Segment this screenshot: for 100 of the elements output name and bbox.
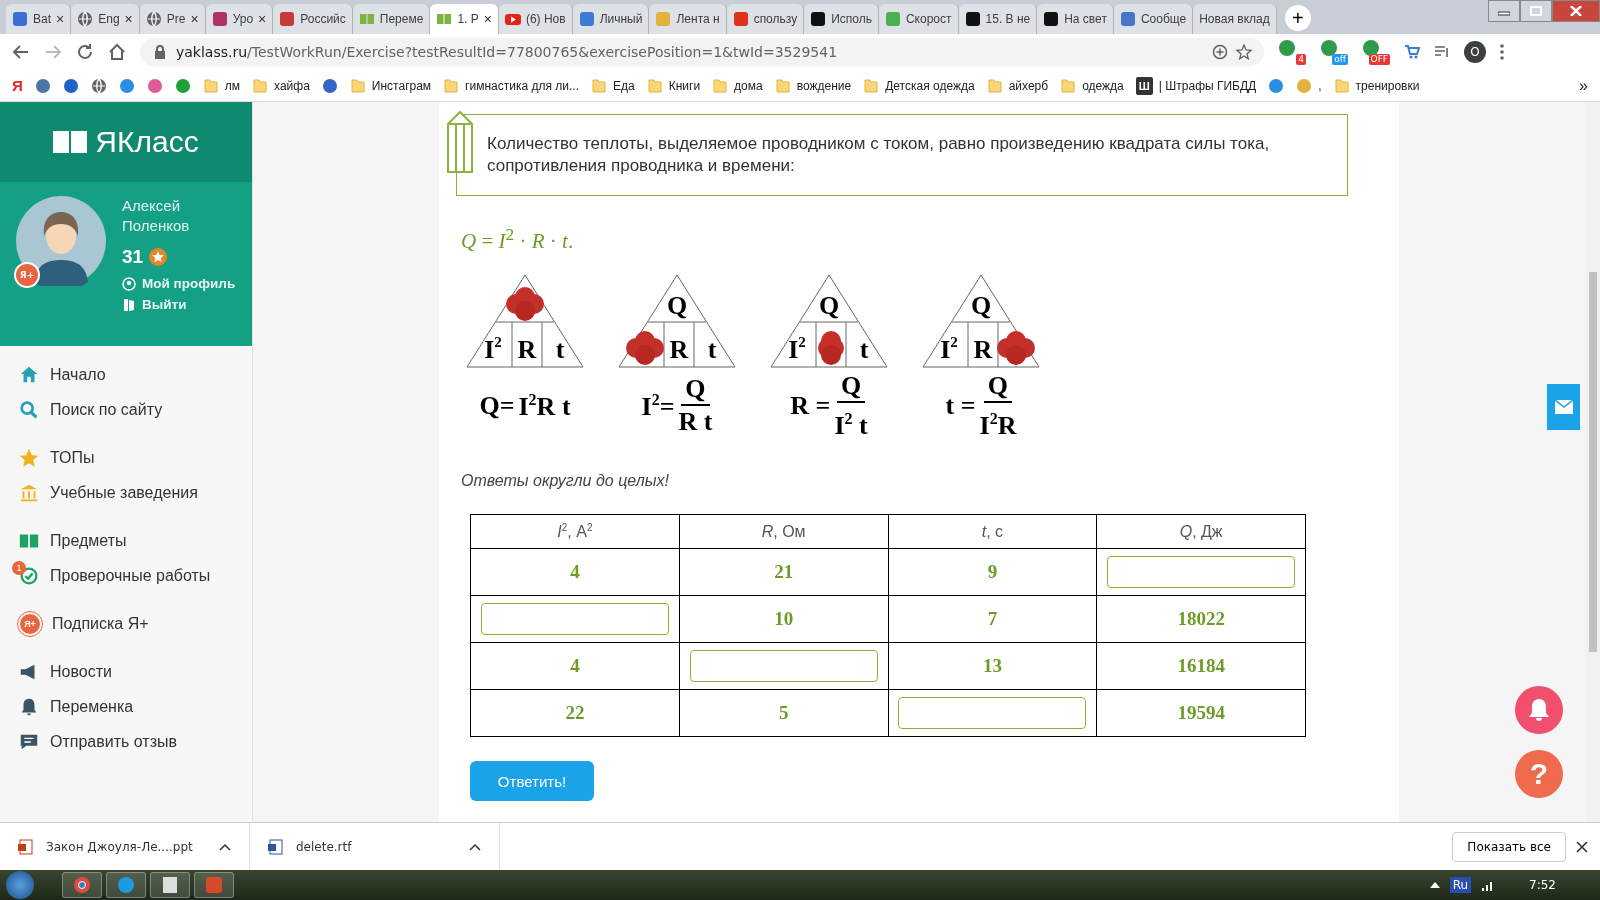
bookmark-label[interactable]: Детская одежда: [885, 78, 975, 93]
tile-icon: [174, 77, 191, 94]
bookmark-label[interactable]: тренировки: [1355, 78, 1420, 93]
plus-circle-icon[interactable]: [1212, 44, 1228, 60]
browser-tab[interactable]: Pre ×: [139, 4, 206, 34]
language-indicator[interactable]: Ru: [1449, 877, 1472, 893]
menu-icon[interactable]: [1500, 44, 1504, 60]
bookmark[interactable]: Инстаграм: [349, 77, 432, 94]
notifications-button[interactable]: [1515, 686, 1563, 734]
bookmark-label[interactable]: гимнастика для ли...: [465, 78, 579, 93]
browser-tab[interactable]: спользу: [726, 4, 805, 34]
back-icon[interactable]: [12, 43, 30, 61]
browser-tab[interactable]: (6) Нов: [498, 4, 573, 34]
taskbar-app[interactable]: [194, 872, 234, 898]
close-icon[interactable]: ×: [190, 11, 199, 27]
cart-icon[interactable]: [1404, 44, 1420, 60]
browser-tab[interactable]: Новая вклад: [1193, 4, 1277, 34]
browser-tab[interactable]: Российс: [273, 4, 353, 34]
browser-tab[interactable]: Скорост: [878, 4, 959, 34]
bookmark[interactable]: Детская одежда: [863, 77, 975, 94]
sidebar-item[interactable]: Отправить отзыв: [12, 727, 252, 757]
bookmark-label[interactable]: одежда: [1082, 78, 1124, 93]
browser-tab[interactable]: Уро ×: [205, 4, 274, 34]
folder-icon: [986, 77, 1003, 94]
caret-icon[interactable]: [1429, 882, 1440, 888]
answer-field[interactable]: [480, 603, 669, 635]
bookmark[interactable]: дома: [712, 77, 763, 94]
start-button[interactable]: [6, 871, 34, 899]
clock[interactable]: 7:52: [1529, 878, 1556, 892]
close-icon[interactable]: ×: [483, 11, 492, 27]
bookmark[interactable]: айхерб: [986, 77, 1049, 94]
reload-icon[interactable]: [76, 43, 94, 61]
bookmark-label[interactable]: Еда: [613, 78, 635, 93]
more-bookmarks-button[interactable]: »: [1579, 76, 1588, 95]
bookmark-label[interactable]: вождение: [796, 78, 852, 93]
taskbar-app[interactable]: [150, 872, 190, 898]
bookmark[interactable]: лм: [202, 77, 241, 94]
browser-tab[interactable]: Сообще: [1113, 4, 1194, 34]
bookmark-label[interactable]: Книги: [668, 78, 701, 93]
bookmark[interactable]: хайфа: [252, 77, 310, 94]
close-icon[interactable]: ×: [258, 11, 267, 27]
bookmark[interactable]: тренировки: [1333, 77, 1420, 94]
sidebar-item[interactable]: Я+ Подписка Я+: [12, 609, 252, 639]
mail-button[interactable]: [1547, 384, 1580, 430]
chevron-up-icon[interactable]: [469, 842, 481, 851]
bookmark-label[interactable]: лм: [224, 78, 241, 93]
close-icon[interactable]: [1576, 840, 1588, 853]
bookmark[interactable]: вождение: [774, 77, 852, 94]
tile-icon: [211, 11, 228, 27]
new-tab-button[interactable]: +: [1284, 5, 1311, 31]
sidebar-item[interactable]: 1 Проверочные работы: [12, 561, 252, 591]
home-icon[interactable]: [108, 43, 126, 61]
scrollbar-thumb[interactable]: [1589, 272, 1597, 652]
bookmark[interactable]: ,: [1296, 77, 1322, 94]
bookmark[interactable]: Ш | Штрафы ГИБДД: [1135, 76, 1257, 95]
close-icon[interactable]: ×: [124, 11, 133, 27]
bookmark[interactable]: Еда: [591, 77, 635, 94]
browser-tab[interactable]: Eng ×: [71, 4, 140, 34]
taskbar-app[interactable]: [62, 872, 102, 898]
bookmark-label[interactable]: Инстаграм: [371, 78, 432, 93]
bookmark-label[interactable]: айхерб: [1008, 78, 1049, 93]
sidebar-item[interactable]: Поиск по сайту: [12, 395, 252, 425]
sidebar-item[interactable]: Предметы: [12, 526, 252, 556]
document-icon: [162, 876, 178, 894]
sidebar-item[interactable]: Новости: [12, 657, 252, 687]
logo-text[interactable]: ЯКласс: [95, 125, 199, 159]
sidebar-item[interactable]: Переменка: [12, 692, 252, 722]
bookmark[interactable]: одежда: [1060, 77, 1124, 94]
browser-tab[interactable]: Личный: [572, 4, 650, 34]
sidebar-item[interactable]: ТОПы: [12, 443, 252, 473]
table-cell: 5: [679, 689, 888, 737]
chevron-up-icon[interactable]: [219, 842, 231, 851]
bookmark[interactable]: гимнастика для ли...: [443, 77, 579, 94]
bookmark-label[interactable]: дома: [734, 78, 763, 93]
bookmark[interactable]: Книги: [646, 77, 701, 94]
answer-field[interactable]: [1107, 556, 1296, 588]
browser-tab[interactable]: Bat ×: [6, 4, 72, 34]
sidebar-item[interactable]: Начало: [12, 360, 252, 390]
browser-tab[interactable]: 15. В не: [958, 4, 1038, 34]
browser-tab[interactable]: Переме: [352, 4, 431, 34]
address-bar[interactable]: yaklass.ru/TestWorkRun/Exercise?testResultId=77800765&exercisePosition=1&twId=3529541: [140, 38, 1264, 66]
star-icon[interactable]: [1236, 44, 1252, 60]
playlist-icon[interactable]: [1434, 44, 1450, 60]
browser-tab[interactable]: Лента н: [649, 4, 727, 34]
taskbar-app[interactable]: [106, 872, 146, 898]
close-button[interactable]: [1552, 0, 1600, 22]
browser-tab[interactable]: Исполь: [804, 4, 879, 34]
minimize-button[interactable]: [1488, 0, 1520, 22]
sidebar-item[interactable]: Учебные заведения: [12, 478, 252, 508]
maximize-button[interactable]: [1520, 0, 1552, 22]
bookmark-label[interactable]: ,: [1318, 78, 1322, 93]
bookmark-label[interactable]: хайфа: [274, 78, 310, 93]
profile-avatar[interactable]: O: [1464, 41, 1486, 63]
answer-field[interactable]: [689, 650, 878, 682]
show-all-button[interactable]: Показать все: [1452, 831, 1566, 862]
answer-field[interactable]: [898, 697, 1087, 729]
browser-tab[interactable]: 1. Р ×: [430, 4, 499, 34]
browser-tab[interactable]: На свет: [1037, 4, 1114, 34]
bookmark-label[interactable]: | Штрафы ГИБДД: [1158, 78, 1257, 93]
close-icon[interactable]: ×: [56, 11, 65, 27]
